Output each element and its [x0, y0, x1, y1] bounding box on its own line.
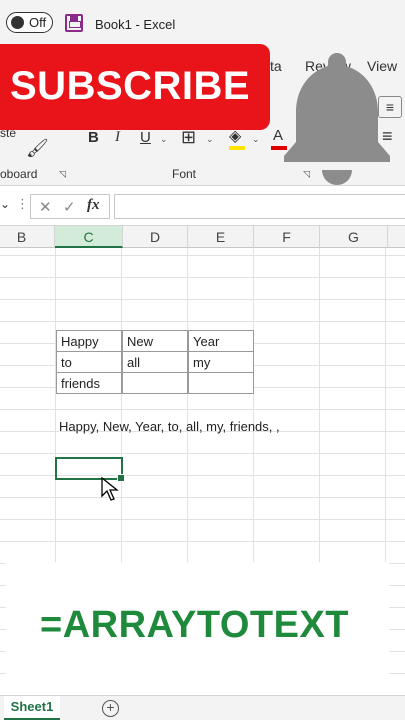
column-header-selected[interactable]: C [55, 226, 123, 248]
clipboard-group-label: oboard [0, 167, 38, 181]
subscribe-label: SUBSCRIBE [10, 64, 251, 108]
table-cell[interactable]: all [122, 351, 188, 373]
table-cell[interactable]: Happy [56, 330, 122, 352]
format-painter-icon[interactable]: 🖌 [26, 138, 49, 159]
sheet-tab-active[interactable]: Sheet1 [4, 696, 60, 720]
bell-icon[interactable] [282, 48, 392, 188]
column-header[interactable]: F [254, 226, 320, 248]
bold-button[interactable]: B [88, 129, 99, 146]
sheet-tab-bar: Sheet1 + [0, 695, 405, 720]
table-cell[interactable]: to [56, 351, 122, 373]
table-cell[interactable] [188, 372, 254, 394]
name-box-chevron-icon[interactable]: ⌄ [0, 197, 10, 211]
add-sheet-button[interactable]: + [102, 700, 119, 717]
autosave-toggle[interactable]: Off [6, 12, 53, 33]
column-header[interactable]: B [0, 226, 55, 248]
borders-icon[interactable]: ⊞ [181, 127, 196, 148]
result-cell-text[interactable]: Happy, New, Year, to, all, my, friends, … [59, 419, 280, 434]
font-group-label: Font [172, 167, 197, 181]
chevron-down-icon[interactable]: ⌄ [206, 134, 214, 145]
mouse-cursor-icon [101, 476, 119, 501]
fill-color-swatch [229, 146, 245, 150]
clipboard-launcher-icon[interactable]: ◹ [59, 169, 66, 180]
more-icon[interactable]: ⋮ [16, 196, 29, 212]
subscribe-banner[interactable]: SUBSCRIBE [0, 44, 270, 130]
table-cell[interactable]: friends [56, 372, 122, 394]
column-headers: B C D E F G [0, 226, 405, 248]
formula-buttons: ✕ ✓ fx [30, 194, 110, 219]
toggle-knob [11, 16, 24, 29]
autosave-label: Off [29, 15, 47, 30]
title-bar: Off Book1 - Excel [0, 0, 405, 46]
table-cell[interactable] [122, 372, 188, 394]
enter-icon[interactable]: ✓ [63, 198, 76, 216]
underline-button[interactable]: U [140, 129, 151, 146]
table-cell[interactable]: my [188, 351, 254, 373]
save-icon[interactable] [65, 14, 83, 32]
table-cell[interactable]: New [122, 330, 188, 352]
table-cell[interactable]: Year [188, 330, 254, 352]
function-banner-label: =ARRAYTOTEXT [40, 604, 350, 646]
cancel-icon[interactable]: ✕ [39, 198, 52, 216]
column-header[interactable]: E [188, 226, 254, 248]
column-header[interactable]: D [123, 226, 188, 248]
column-header[interactable]: G [320, 226, 388, 248]
chevron-down-icon[interactable]: ⌄ [160, 134, 168, 145]
tab-data[interactable]: ta [270, 58, 282, 74]
document-title: Book1 - Excel [95, 17, 176, 32]
italic-button[interactable]: I [115, 129, 120, 146]
insert-function-button[interactable]: fx [87, 197, 100, 214]
chevron-down-icon[interactable]: ⌄ [252, 134, 260, 145]
formula-input[interactable] [114, 194, 405, 219]
function-banner: =ARRAYTOTEXT [6, 562, 389, 690]
formula-bar: ⌄ ⋮ ✕ ✓ fx [0, 186, 405, 226]
